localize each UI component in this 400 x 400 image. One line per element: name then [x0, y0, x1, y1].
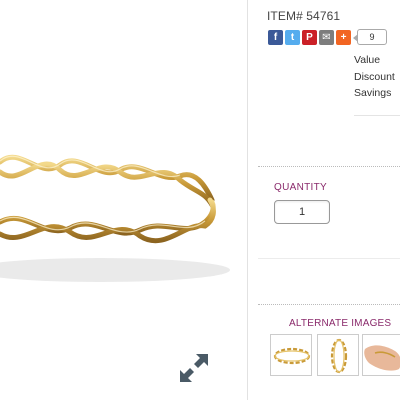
price-divider [354, 115, 400, 116]
pinterest-share-icon[interactable]: P [302, 29, 317, 45]
twitter-share-icon[interactable]: t [285, 29, 300, 45]
product-image-pane [0, 0, 247, 400]
email-share-icon[interactable]: ✉ [319, 29, 334, 45]
alternate-images-title: ALTERNATE IMAGES [289, 318, 392, 329]
discount-label: Discount [354, 70, 395, 83]
section-divider [258, 304, 400, 305]
share-count-badge: 9 [353, 29, 387, 45]
alternate-image-thumbnail-1[interactable] [270, 334, 312, 376]
value-label: Value [354, 54, 381, 66]
share-toolbar: f t P ✉ + 9 [268, 29, 387, 45]
quantity-divider [258, 258, 400, 259]
quantity-label: QUANTITY [274, 182, 327, 193]
alternate-image-thumbnail-3[interactable] [362, 334, 400, 376]
ring-thumbnail-image [330, 338, 348, 374]
item-number: ITEM# 54761 [267, 9, 341, 23]
quantity-input[interactable] [274, 200, 330, 224]
column-divider [247, 0, 248, 400]
more-share-icon[interactable]: + [336, 29, 351, 45]
product-image-ring [0, 154, 230, 282]
ring-thumbnail-image [273, 347, 311, 365]
facebook-share-icon[interactable]: f [268, 29, 283, 45]
alternate-image-thumbnail-2[interactable] [317, 334, 359, 376]
price-labels: Value Discount Savings [354, 52, 395, 102]
expand-image-icon[interactable] [176, 350, 212, 386]
hand-thumbnail-image [364, 345, 400, 371]
savings-label: Savings [354, 87, 392, 99]
section-divider [258, 166, 400, 167]
